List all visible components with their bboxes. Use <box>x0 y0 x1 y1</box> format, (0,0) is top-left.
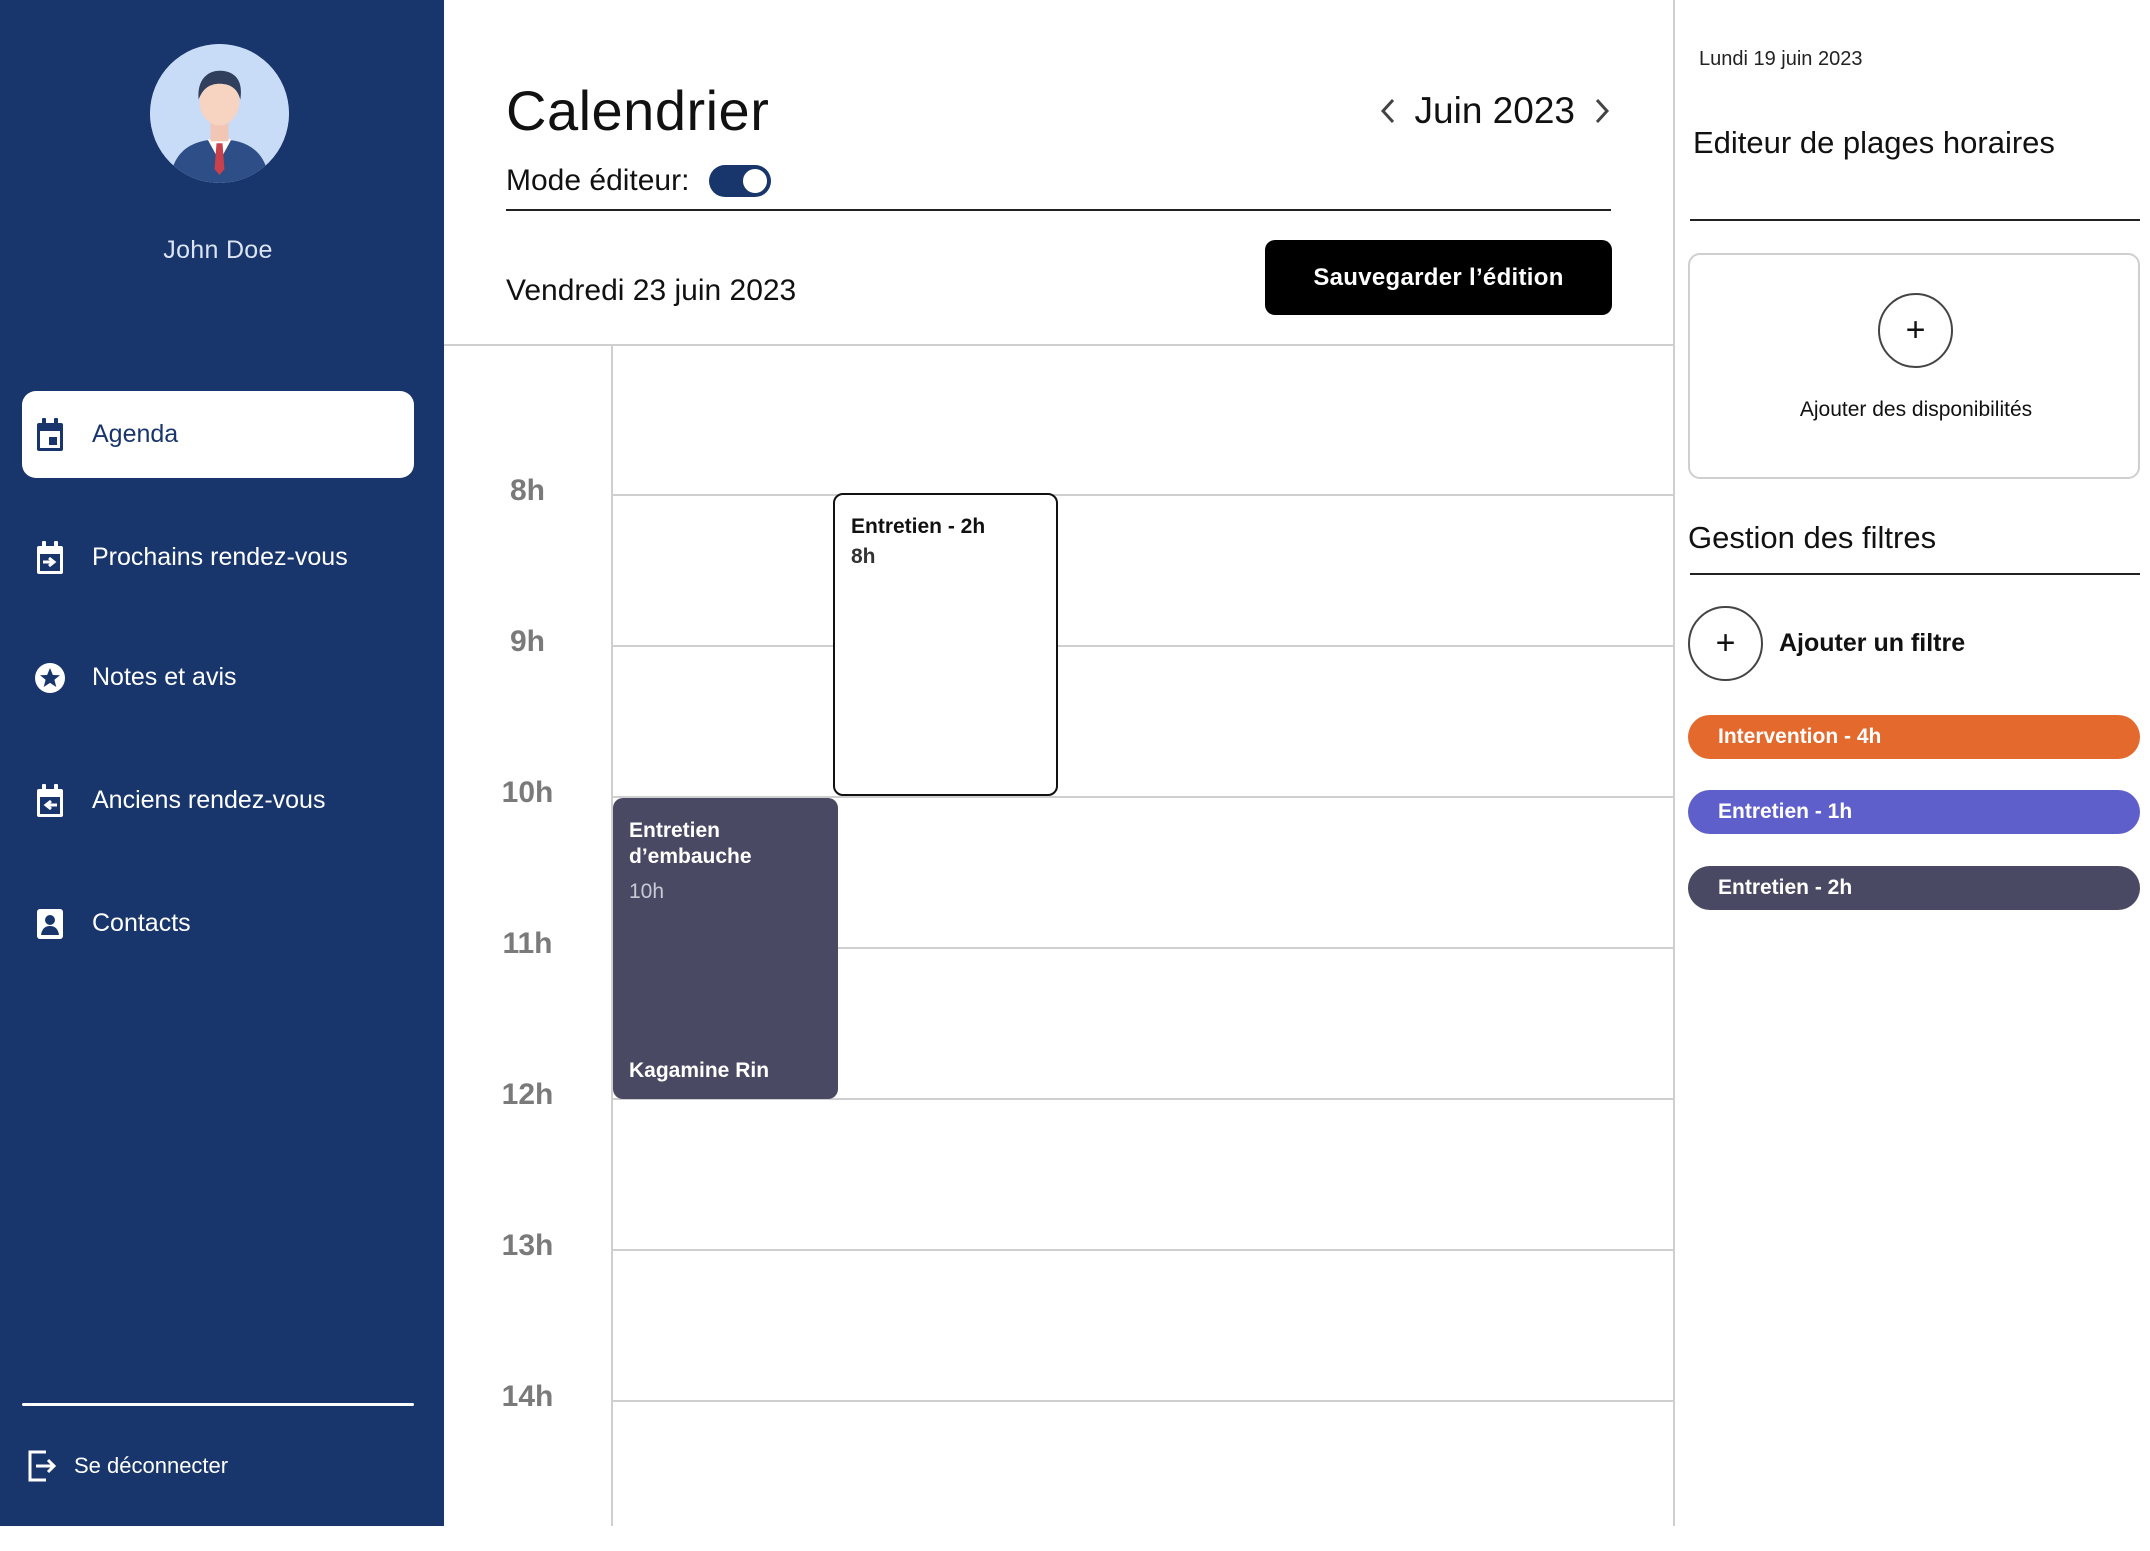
hour-label: 10h <box>501 776 554 809</box>
event-time: 8h <box>851 545 876 568</box>
sidebar-divider <box>22 1403 414 1406</box>
hour-row: 9h <box>444 625 1673 796</box>
sidebar-item-label: Anciens rendez-vous <box>92 786 326 814</box>
sidebar-item-reviews[interactable]: Notes et avis <box>22 634 414 721</box>
hour-row: 12h <box>444 1078 1673 1249</box>
avatar[interactable] <box>150 44 289 183</box>
logout-button[interactable]: Se déconnecter <box>26 1446 228 1486</box>
add-filter-label: Ajouter un filtre <box>1779 629 1966 657</box>
add-availability-card[interactable]: + Ajouter des disponibilités <box>1688 253 2140 479</box>
user-name: John Doe <box>163 236 273 264</box>
filter-pill-intervention-4h[interactable]: Intervention - 4h <box>1688 715 2140 759</box>
hour-row: 13h <box>444 1229 1673 1400</box>
hour-line <box>612 494 1673 496</box>
hour-line <box>612 645 1673 647</box>
hour-label: 12h <box>501 1078 554 1111</box>
sidebar-item-agenda[interactable]: Agenda <box>22 391 414 478</box>
sidebar-item-label: Contacts <box>92 909 191 937</box>
filter-pill-entretien-1h[interactable]: Entretien - 1h <box>1688 790 2140 834</box>
page-title: Calendrier <box>506 79 770 142</box>
filters-title: Gestion des filtres <box>1688 520 1937 555</box>
toggle-knob <box>741 167 770 195</box>
sidebar: John Doe Agenda Prochains rendez-vous No… <box>0 0 444 1526</box>
hour-row: 8h <box>444 474 1673 645</box>
star-badge-icon <box>34 660 66 696</box>
sidebar-item-upcoming[interactable]: Prochains rendez-vous <box>22 514 414 601</box>
user-avatar-icon <box>150 44 289 183</box>
event-title: Entretien - 2h <box>851 515 986 538</box>
add-filter-button[interactable]: + Ajouter un filtre <box>1688 606 1965 681</box>
chevron-right-icon[interactable] <box>1589 94 1615 128</box>
right-panel: Lundi 19 juin 2023 Editeur de plages hor… <box>1673 0 2150 1526</box>
sidebar-item-past[interactable]: Anciens rendez-vous <box>22 757 414 844</box>
hour-label: 8h <box>509 474 545 507</box>
panel-divider <box>1690 573 2140 575</box>
sidebar-item-label: Notes et avis <box>92 663 237 691</box>
event-time: 10h <box>629 880 665 903</box>
current-month: Juin 2023 <box>1414 90 1575 131</box>
add-availability-label: Ajouter des disponibilités <box>1799 398 2033 421</box>
hour-line <box>612 1400 1673 1402</box>
editor-mode-label: Mode éditeur: <box>506 164 690 197</box>
logout-label: Se déconnecter <box>74 1453 229 1478</box>
filter-pill-entretien-2h[interactable]: Entretien - 2h <box>1688 866 2140 910</box>
event-slot[interactable]: Entretien - 2h 8h <box>833 493 1058 796</box>
sidebar-item-label: Agenda <box>92 420 179 448</box>
hour-label: 9h <box>509 625 545 658</box>
editor-mode: Mode éditeur: <box>506 164 772 198</box>
event-booked[interactable]: Entretien d’embauche 10h Kagamine Rin <box>613 798 838 1099</box>
event-title: Entretien d’embauche <box>629 819 752 868</box>
calendar-icon <box>34 417 66 453</box>
panel-divider <box>1690 219 2140 221</box>
calendar-next-icon <box>34 540 66 576</box>
header-divider <box>506 209 1611 211</box>
hour-row: 14h <box>444 1380 1673 1551</box>
calendar-previous-icon <box>34 783 66 819</box>
editor-mode-toggle[interactable] <box>709 165 772 197</box>
selected-day: Vendredi 23 juin 2023 <box>506 274 797 307</box>
calendar-main: Calendrier Juin 2023 Mode éditeur: Vendr… <box>444 0 1673 1526</box>
contact-card-icon <box>34 906 66 942</box>
save-edit-button[interactable]: Sauvegarder l’édition <box>1265 240 1612 315</box>
logout-icon <box>26 1448 58 1484</box>
grid-top-divider <box>444 344 1673 346</box>
chevron-left-icon[interactable] <box>1375 94 1401 128</box>
hour-label: 13h <box>501 1229 554 1262</box>
slot-editor-title: Editeur de plages horaires <box>1693 125 2055 160</box>
month-navigator: Juin 2023 <box>1375 90 1615 132</box>
plus-icon[interactable]: + <box>1688 606 1763 681</box>
sidebar-item-label: Prochains rendez-vous <box>92 543 348 571</box>
panel-date: Lundi 19 juin 2023 <box>1699 48 1863 70</box>
hour-label: 14h <box>501 1380 554 1413</box>
plus-icon[interactable]: + <box>1878 293 1953 368</box>
hour-line <box>612 1249 1673 1251</box>
hour-label: 11h <box>502 927 553 960</box>
sidebar-item-contacts[interactable]: Contacts <box>22 880 414 967</box>
event-person: Kagamine Rin <box>629 1059 770 1082</box>
